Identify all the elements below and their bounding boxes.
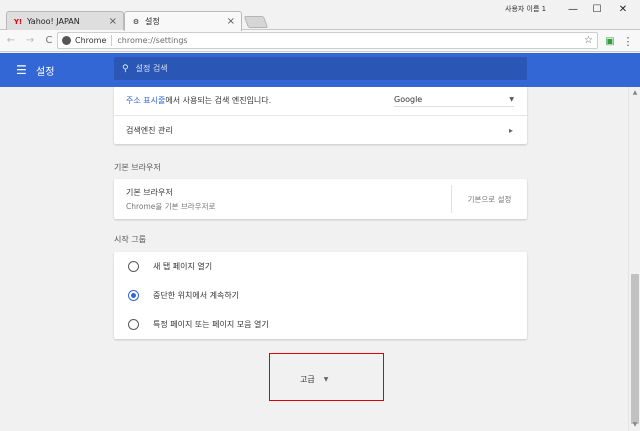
back-button[interactable]: ← — [3, 33, 19, 49]
startup-option-label: 중단한 위치에서 계속하기 — [153, 291, 240, 300]
new-tab-button[interactable] — [243, 16, 269, 28]
startup-option-label: 특정 페이지 또는 페이지 모음 열기 — [153, 320, 269, 329]
advanced-button[interactable]: 고급 ▼ — [300, 374, 328, 385]
forward-button[interactable]: → — [22, 33, 38, 49]
secure-label: Chrome — [75, 36, 107, 45]
startup-section-label: 시작 그룹 — [114, 235, 146, 244]
url-text[interactable]: chrome://settings — [117, 36, 584, 45]
search-icon: ⚲ — [122, 63, 129, 74]
dropdown-caret-icon: ▼ — [509, 96, 514, 103]
search-engine-select[interactable]: Google ▼ — [394, 93, 514, 107]
scroll-up-icon[interactable]: ▲ — [631, 89, 639, 97]
scrollbar[interactable]: ▲ ▼ — [628, 87, 640, 431]
default-browser-section-label: 기본 브라우저 — [114, 163, 161, 172]
default-browser-row: 기본 브라우저 Chrome을 기본 브라우저로 기본으로 설정 — [114, 179, 527, 219]
title-bar: Y! Yahoo! JAPAN × ⚙ 설정 × 사용자 이름 1 — ☐ ✕ — [0, 0, 640, 31]
bookmark-star-icon[interactable]: ☆ — [584, 35, 593, 46]
hamburger-menu-icon[interactable]: ☰ — [16, 64, 28, 76]
page-title: 설정 — [36, 67, 55, 78]
chevron-down-icon: ▼ — [323, 376, 329, 383]
search-engine-card: 주소 표시줄에서 사용되는 검색 엔진입니다. Google ▼ 검색엔진 관리… — [114, 87, 527, 144]
browser-toolbar: ← → C Chrome chrome://settings ☆ ▣ ⋮ — [0, 30, 640, 52]
startup-card: 새 탭 페이지 열기 중단한 위치에서 계속하기 특정 페이지 또는 페이지 모… — [114, 252, 527, 339]
menu-dots-icon[interactable]: ⋮ — [622, 34, 634, 48]
divider — [111, 35, 113, 46]
manage-search-engines-label: 검색엔진 관리 — [126, 125, 173, 135]
y-logo-icon: Y! — [13, 17, 23, 26]
tab-title: Yahoo! JAPAN — [27, 17, 80, 26]
startup-option-continue[interactable]: 중단한 위치에서 계속하기 — [114, 281, 527, 310]
chevron-right-icon: ▸ — [508, 125, 513, 135]
scroll-down-icon[interactable]: ▼ — [631, 421, 639, 429]
search-engine-description: 주소 표시줄에서 사용되는 검색 엔진입니다. — [126, 95, 271, 106]
search-engine-selected: Google — [394, 95, 423, 104]
startup-option-specific-pages[interactable]: 특정 페이지 또는 페이지 모음 열기 — [114, 310, 527, 339]
close-tab-icon[interactable]: × — [227, 16, 235, 27]
address-bar[interactable]: Chrome chrome://settings ☆ — [57, 32, 598, 49]
profile-name[interactable]: 사용자 이름 1 — [505, 4, 546, 14]
chrome-page-icon — [62, 36, 71, 45]
minimize-button[interactable]: — — [564, 2, 582, 16]
search-engine-text: 에서 사용되는 검색 엔진입니다. — [165, 96, 272, 105]
settings-search-input[interactable]: ⚲ 설정 검색 — [114, 57, 527, 80]
startup-option-label: 새 탭 페이지 열기 — [153, 262, 213, 271]
settings-content: 주소 표시줄에서 사용되는 검색 엔진입니다. Google ▼ 검색엔진 관리… — [0, 87, 628, 431]
manage-search-engines-row[interactable]: 검색엔진 관리 ▸ — [114, 115, 527, 144]
tab-yahoo-japan[interactable]: Y! Yahoo! JAPAN × — [6, 11, 124, 31]
secure-chip[interactable]: Chrome — [62, 36, 106, 45]
search-placeholder: 설정 검색 — [135, 64, 168, 73]
search-engine-row: 주소 표시줄에서 사용되는 검색 엔진입니다. Google ▼ — [114, 87, 527, 115]
default-browser-card: 기본 브라우저 Chrome을 기본 브라우저로 기본으로 설정 — [114, 179, 527, 219]
maximize-button[interactable]: ☐ — [588, 2, 606, 16]
tab-title: 설정 — [145, 17, 160, 26]
extension-icon[interactable]: ▣ — [604, 35, 616, 47]
reload-button[interactable]: C — [41, 33, 57, 49]
make-default-button[interactable]: 기본으로 설정 — [451, 185, 527, 213]
address-bar-link[interactable]: 주소 표시줄 — [126, 96, 165, 105]
startup-option-new-tab[interactable]: 새 탭 페이지 열기 — [114, 252, 527, 281]
close-window-button[interactable]: ✕ — [614, 2, 632, 16]
scrollbar-thumb[interactable] — [631, 274, 639, 424]
radio-button-selected[interactable] — [128, 290, 139, 301]
radio-button[interactable] — [128, 261, 139, 272]
close-tab-icon[interactable]: × — [109, 16, 117, 27]
tab-settings[interactable]: ⚙ 설정 × — [124, 11, 242, 31]
gear-icon: ⚙ — [132, 17, 140, 26]
default-browser-title: 기본 브라우저 — [126, 187, 173, 197]
radio-button[interactable] — [128, 319, 139, 330]
default-browser-subtitle: Chrome을 기본 브라우저로 — [126, 201, 216, 211]
advanced-label: 고급 — [300, 375, 315, 384]
